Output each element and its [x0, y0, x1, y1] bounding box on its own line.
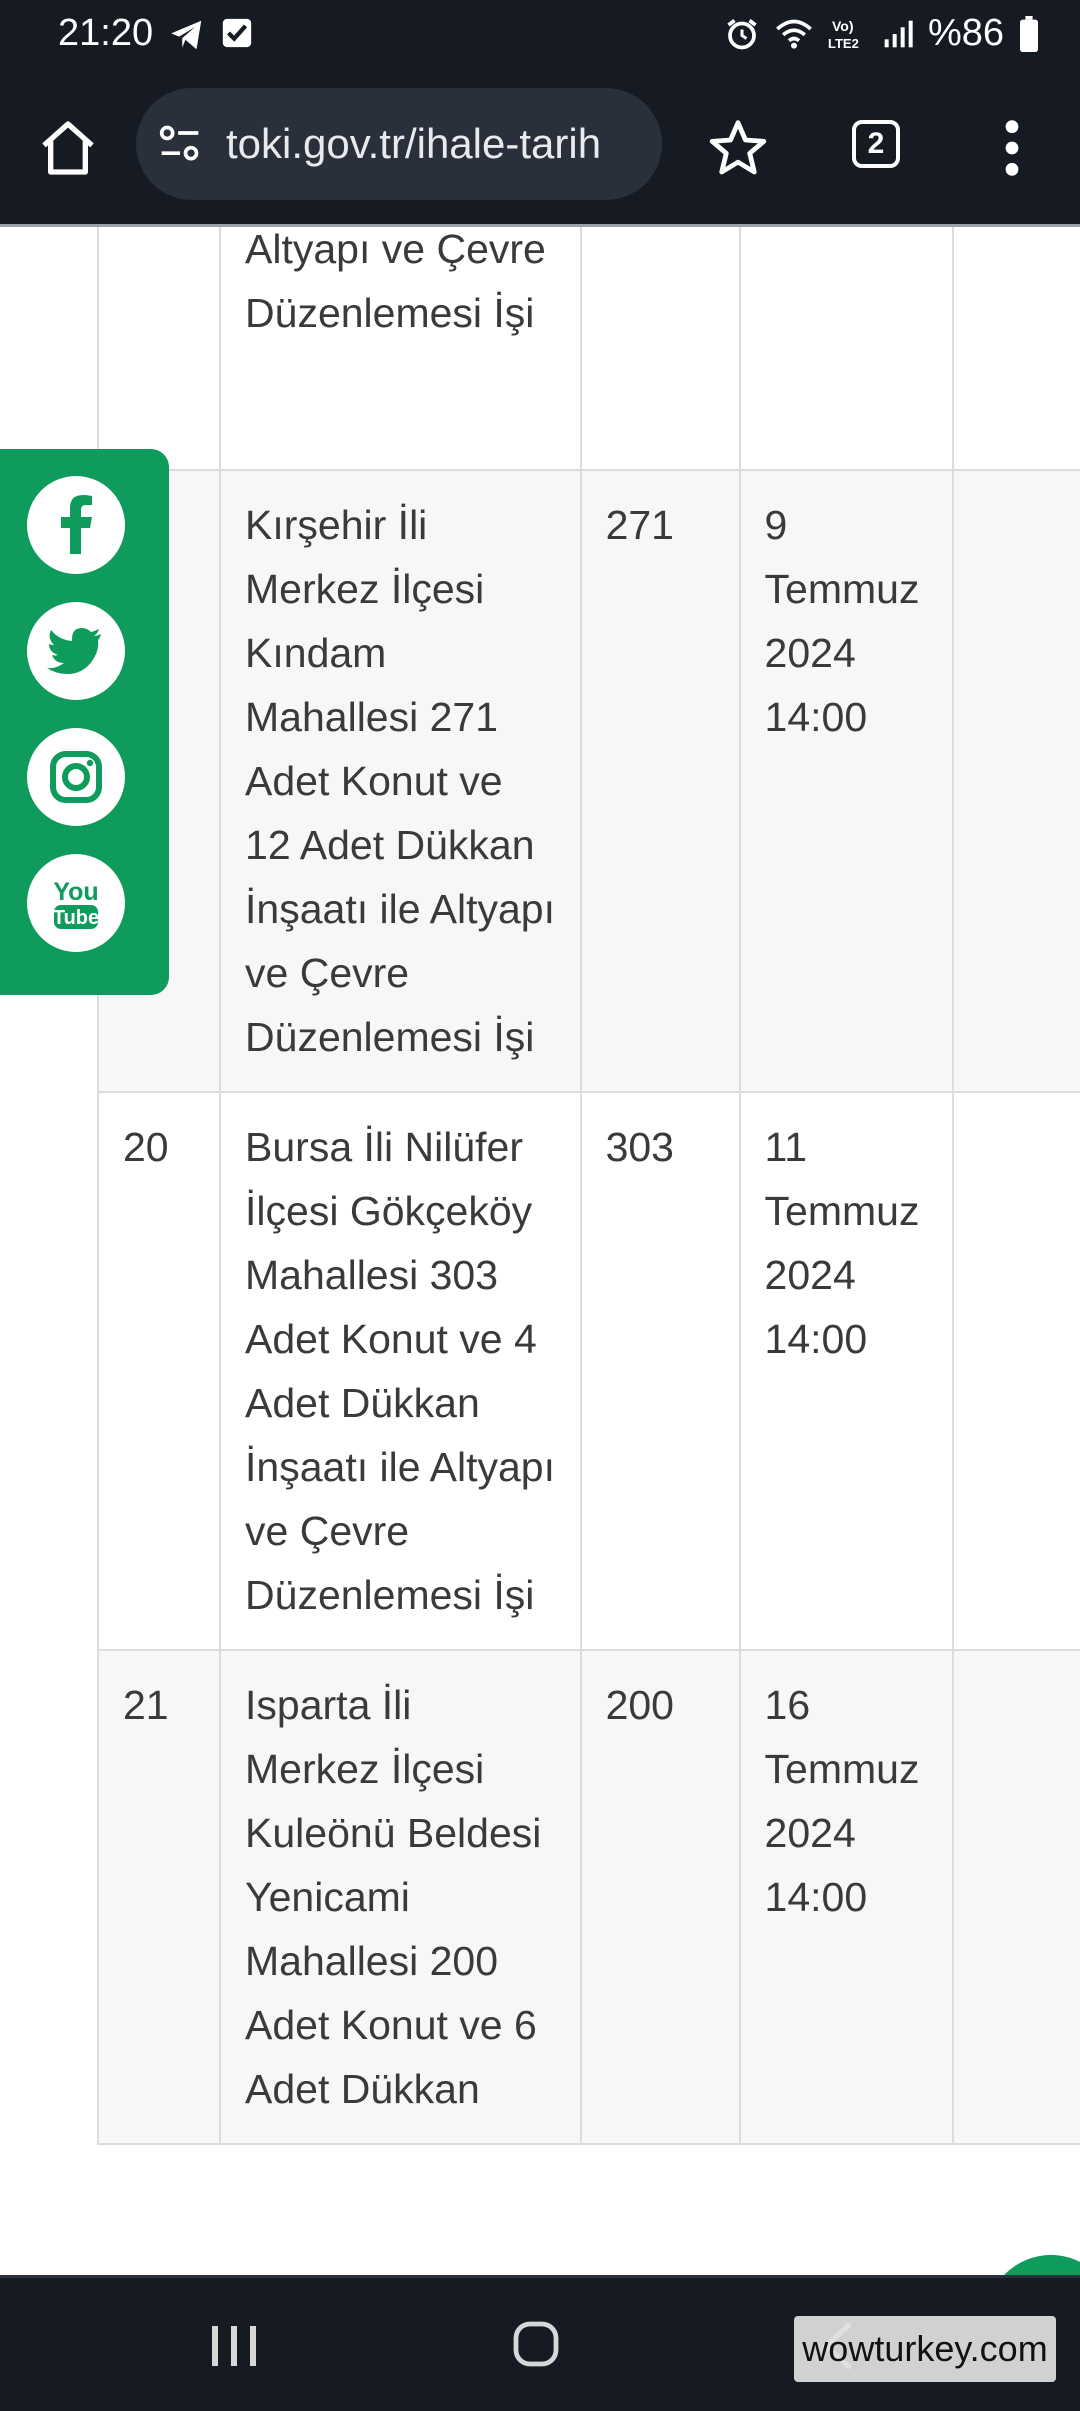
tender-description: Kırşehir İli Merkez İlçesi Kındam Mahall…	[219, 469, 582, 1093]
twitter-button[interactable]	[27, 602, 125, 700]
social-sidebar: You Tube	[0, 449, 169, 995]
signal-icon	[884, 20, 913, 47]
instagram-icon	[50, 751, 102, 803]
table-row: Altyapı ve Çevre Düzenlemesi İşi	[96, 227, 1080, 471]
tender-date	[738, 227, 954, 471]
telegram-icon	[171, 20, 202, 50]
youtube-icon: You Tube	[53, 878, 99, 929]
row-number: 21	[96, 1649, 222, 2145]
browser-toolbar: toki.gov.tr/ihale-tarih 2	[0, 72, 1080, 227]
svg-text:Vo): Vo)	[832, 18, 854, 34]
extra-column	[951, 1649, 1080, 2145]
watermark: wowturkey.com	[794, 2316, 1056, 2382]
status-time: 21:20	[58, 12, 154, 54]
wifi-icon	[776, 19, 812, 49]
extra-column	[951, 1091, 1080, 1651]
svg-text:LTE2: LTE2	[828, 36, 859, 51]
unit-count	[579, 227, 741, 471]
extra-column	[951, 469, 1080, 1093]
unit-count: 303	[579, 1091, 741, 1651]
table-row: 21 Isparta İli Merkez İlçesi Kuleönü Bel…	[96, 1649, 1080, 2145]
battery-icon	[1020, 15, 1038, 52]
system-status: Vo) LTE2 %86	[724, 12, 1040, 55]
unit-count: 200	[579, 1649, 741, 2145]
tender-table: Altyapı ve Çevre Düzenlemesi İşi Kırşehi…	[96, 227, 1080, 2145]
tender-date: 11 Temmuz 2024 14:00	[738, 1091, 954, 1651]
unit-count: 271	[579, 469, 741, 1093]
recents-icon[interactable]	[208, 2322, 260, 2370]
tender-date: 9 Temmuz 2024 14:00	[738, 469, 954, 1093]
check-box-icon	[222, 18, 252, 48]
facebook-icon	[61, 495, 92, 554]
site-settings-icon[interactable]	[158, 122, 202, 166]
notification-icons	[168, 16, 254, 54]
nav-home-icon[interactable]	[512, 2320, 560, 2368]
battery-percent: %86	[927, 12, 1004, 54]
address-bar[interactable]: toki.gov.tr/ihale-tarih	[136, 88, 662, 200]
tender-description: Bursa İli Nilüfer İlçesi Gökçeköy Mahall…	[219, 1091, 582, 1651]
tab-switcher-button[interactable]: 2	[852, 120, 900, 168]
row-number	[96, 227, 222, 471]
tender-date: 16 Temmuz 2024 14:00	[738, 1649, 954, 2145]
facebook-button[interactable]	[27, 476, 125, 574]
row-number: 20	[96, 1091, 222, 1651]
extra-column	[951, 227, 1080, 471]
twitter-icon	[47, 628, 101, 674]
svg-text:You: You	[53, 878, 98, 906]
status-bar: 21:20 Vo) LTE2 %86	[0, 0, 1080, 72]
alarm-icon	[727, 18, 757, 49]
table-row: 20 Bursa İli Nilüfer İlçesi Gökçeköy Mah…	[96, 1091, 1080, 1651]
bookmark-star-icon[interactable]	[706, 116, 770, 180]
svg-text:Tube: Tube	[53, 907, 99, 929]
more-menu-icon[interactable]	[996, 116, 1028, 180]
table-row: Kırşehir İli Merkez İlçesi Kındam Mahall…	[96, 469, 1080, 1093]
home-icon[interactable]	[36, 116, 100, 180]
tender-description: Altyapı ve Çevre Düzenlemesi İşi	[219, 227, 582, 471]
youtube-button[interactable]: You Tube	[27, 854, 125, 952]
volte-lte2-icon: Vo) LTE2	[828, 18, 859, 51]
tender-description: Isparta İli Merkez İlçesi Kuleönü Beldes…	[219, 1649, 582, 2145]
instagram-button[interactable]	[27, 728, 125, 826]
url-text[interactable]: toki.gov.tr/ihale-tarih	[226, 120, 656, 168]
